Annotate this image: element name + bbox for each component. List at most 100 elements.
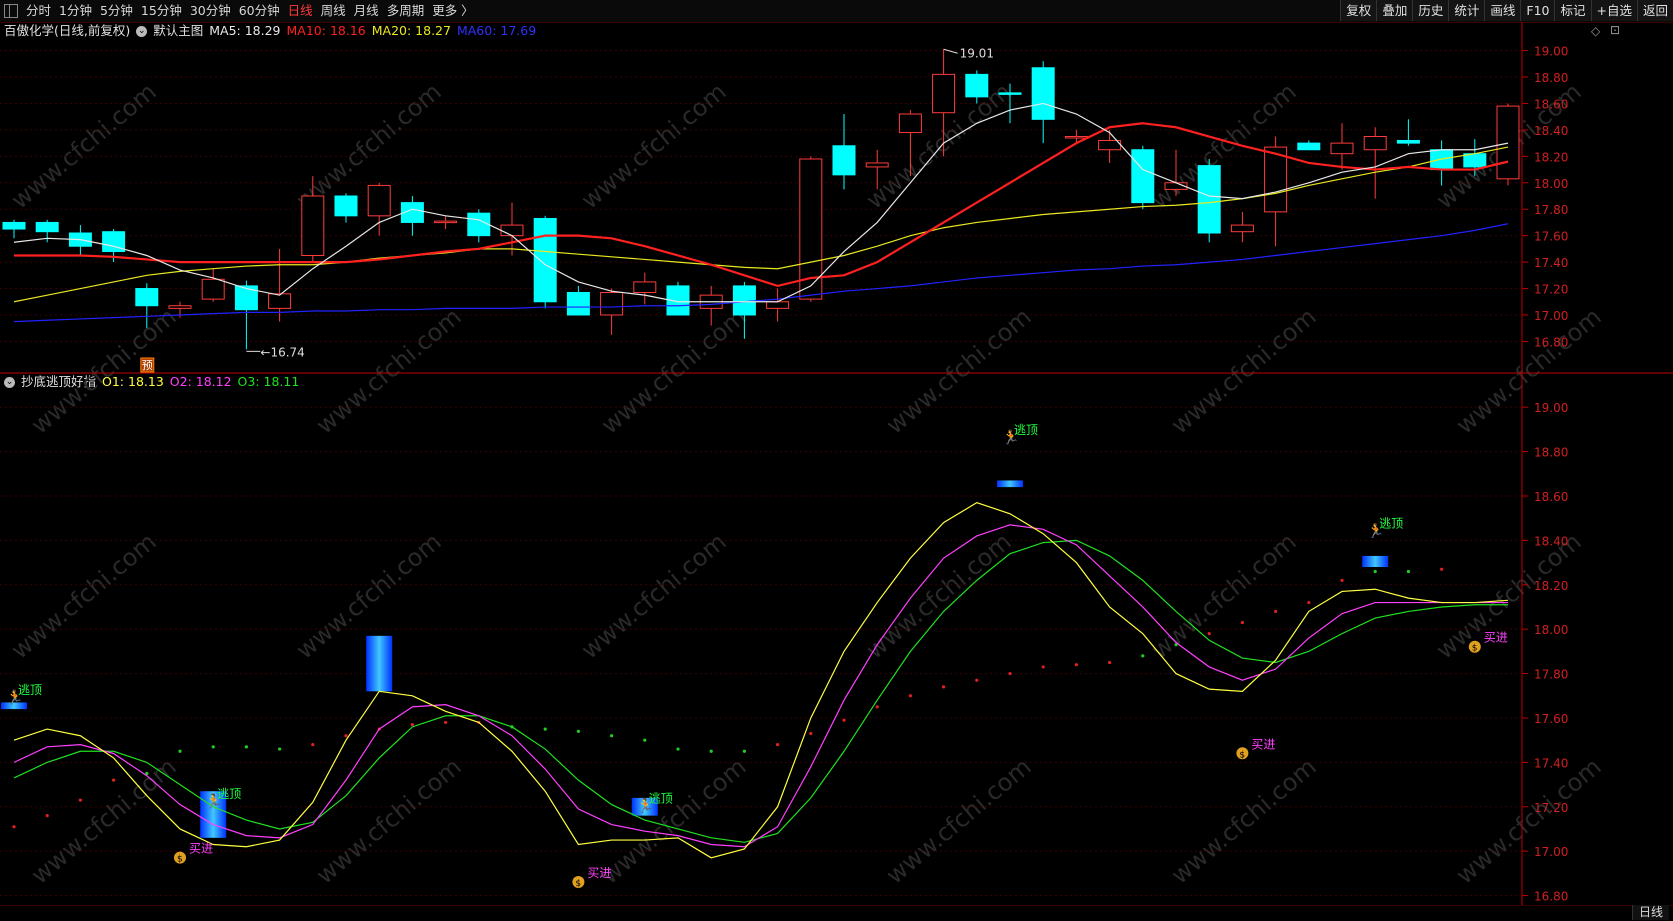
watermark-text: www.cfchi.com [881,752,1037,889]
watermark-text: www.cfchi.com [6,527,162,664]
money-bag-icon [174,851,186,864]
chevron-down-icon[interactable]: ⌄ [4,376,15,388]
ma60-line [13,223,1509,323]
high-pointer [943,48,958,54]
signal-bar [1362,555,1389,568]
signal-dot [1108,660,1112,665]
runner-icon: 🏃 [205,793,222,810]
signal-dot [543,727,547,731]
toolbar-button-6[interactable]: 标记 [1554,0,1591,21]
signal-dot [377,727,381,731]
period-tab-6[interactable]: 日线 [284,0,317,22]
signal-dot [178,749,182,753]
kline-chart[interactable]: www.cfchi.com www.cfchi.com www.cfchi.com w… [0,0,1673,920]
runner-icon: 🏃 [1367,522,1384,539]
candle-body [898,113,922,134]
period-tab-1[interactable]: 1分钟 [55,0,96,22]
toolbar-button-1[interactable]: 叠加 [1376,0,1413,21]
toolbar-button-5[interactable]: F10 [1520,0,1555,21]
signal-dot [510,725,514,729]
watermark-text: www.cfchi.com [596,752,752,889]
diamond-icon[interactable]: ◇ [1591,24,1600,38]
ma5-value: MA5: 18.29 [209,23,281,38]
ind-y-tick: 16.80 [1534,890,1568,904]
candle-body [1363,136,1387,151]
candle-body [2,221,26,230]
candle-body [168,305,192,309]
signal-dot [1406,569,1410,574]
buy-label: 买进 [189,842,213,856]
main-price-panel: 19.01 ←16.74 预 [2,46,1520,373]
period-tab-2[interactable]: 5分钟 [96,0,137,22]
period-tab-3[interactable]: 15分钟 [137,0,186,22]
money-bag-icon [572,876,585,889]
main-y-tick: 17.40 [1534,256,1568,270]
indicator-name[interactable]: 抄底逃顶好指 [21,373,96,391]
period-tab-4[interactable]: 30分钟 [186,0,235,22]
period-tab-0[interactable]: 分时 [22,0,55,22]
watermark-text: www.cfchi.com [861,527,1017,664]
candle-body [699,294,723,309]
ind-y-tick: 17.80 [1534,668,1568,682]
ma10-line [14,122,1509,288]
watermark-text: www.cfchi.com [1451,302,1607,439]
ind-y-tick: 18.40 [1534,534,1568,548]
period-tab-9[interactable]: 多周期 [383,0,429,22]
candle-body [500,224,524,237]
ma5-line [13,102,1509,303]
axes-layer: 19.00 18.80 18.60 18.40 18.20 18.00 17.80 17.60… [0,22,1673,905]
watermark-text: www.cfchi.com [576,527,732,664]
candle-body [666,285,690,316]
period-label[interactable]: 日线 [1631,905,1669,920]
toolbar-button-2[interactable]: 历史 [1412,0,1449,21]
layout-grid-icon[interactable] [4,4,18,18]
watermark-text: www.cfchi.com [881,302,1037,439]
main-chart-info: 百傲化学(日线,前复权) ⌄ 默认主图 MA5: 18.29 MA10: 18.… [4,22,536,40]
period-toolbar: 分时 1分钟 5分钟 15分钟 30分钟 60分钟 日线 周线 月线 多周期 更多 〉 复权 叠加 历史… [0,0,1673,23]
toolbar-button-3[interactable]: 统计 [1448,0,1485,21]
candle-body [400,202,424,223]
main-y-tick: 18.60 [1534,97,1568,111]
toolbar-button-0[interactable]: 复权 [1340,0,1377,21]
money-bag-icon [1236,747,1249,760]
candle-body [102,231,126,253]
signal-dot [477,720,481,725]
main-y-tick: 17.00 [1534,309,1568,323]
period-tab-7[interactable]: 周线 [317,0,350,22]
ind-y-tick: 17.00 [1534,845,1568,859]
toolbar-button-4[interactable]: 画线 [1484,0,1521,21]
indicator-panel: 🏃逃顶🏃逃顶🏃逃顶🏃逃顶🏃逃顶$买进$买进$买进$买进 [1,423,1509,889]
stock-title[interactable]: 百傲化学(日线,前复权) [4,22,130,40]
signal-dot [1240,620,1244,625]
high-label: 19.01 [960,46,994,60]
chevron-down-icon[interactable]: ⌄ [136,25,148,37]
candle-body [799,158,823,300]
period-tab-8[interactable]: 月线 [350,0,383,22]
candle-body [600,292,624,316]
watermark-text: www.cfchi.com [311,752,467,889]
panel-close-icon[interactable]: ⊡ [1610,23,1620,37]
signal-dot [875,705,879,709]
template-label[interactable]: 默认主图 [153,22,203,40]
signal-dot [1373,569,1377,574]
signal-dot [1207,632,1211,636]
escape-label: 逃顶 [1379,516,1403,530]
escape-label: 逃顶 [1014,423,1038,437]
watermark-text: www.cfchi.com [26,752,182,889]
period-tab-10[interactable]: 更多 〉 [428,0,477,22]
toolbar-button-8[interactable]: 返回 [1636,0,1673,21]
period-tab-5[interactable]: 60分钟 [235,0,284,22]
runner-icon: 🏃 [1002,429,1019,446]
signal-dot [643,738,647,742]
signal-dot [676,747,680,751]
signal-dot [244,745,248,749]
signal-dot [1074,663,1078,667]
toolbar-button-7[interactable]: +自选 [1590,0,1637,21]
buy-label: 买进 [1251,737,1275,751]
signal-bar [200,791,227,838]
main-y-tick: 19.00 [1534,45,1568,59]
ind-y-tick: 18.80 [1534,446,1568,460]
ma20-line [13,146,1509,303]
pre-badge-box [140,357,155,373]
o1-line [13,501,1509,859]
